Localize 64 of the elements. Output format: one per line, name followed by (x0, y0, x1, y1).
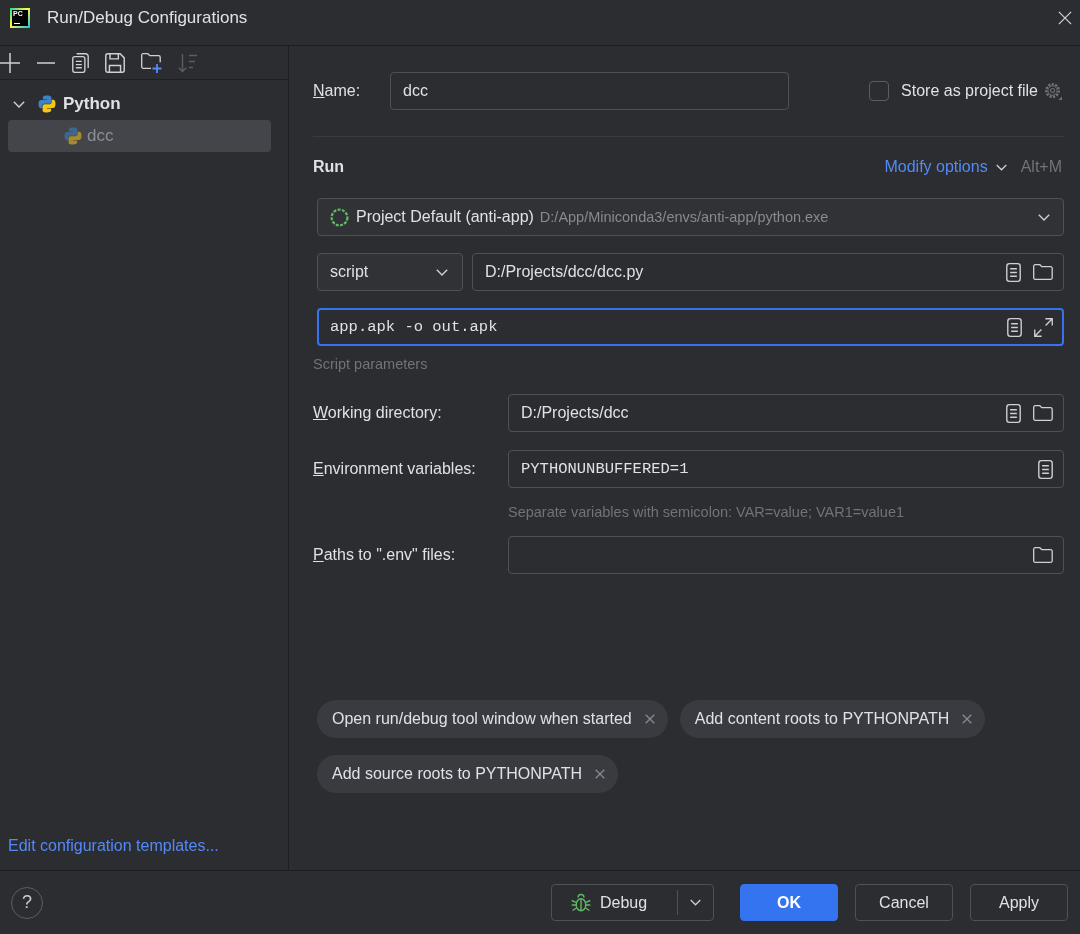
python-icon (38, 95, 56, 113)
tree-item-label: Python (63, 94, 121, 114)
folder-icon[interactable] (1033, 547, 1053, 563)
window-title: Run/Debug Configurations (47, 8, 248, 28)
field-caption: Script parameters (313, 355, 428, 373)
list-icon[interactable] (1006, 262, 1021, 282)
ok-button[interactable]: OK (740, 884, 838, 921)
field-label: Environment variables: (313, 460, 477, 478)
python-icon (64, 127, 82, 145)
environment-variables-field[interactable]: PYTHONUNBUFFERED=1 (508, 450, 1064, 488)
debug-button[interactable]: Debug (551, 884, 714, 921)
field-label: Paths to ".env" files: (313, 546, 457, 564)
add-icon[interactable] (0, 52, 20, 73)
shortcut-hint: Alt+M (1020, 158, 1062, 176)
field-label: Name: (313, 82, 362, 100)
ring-icon (330, 207, 349, 227)
tree-item-label: dcc (87, 126, 114, 146)
option-label: Add source roots to PYTHONPATH (332, 765, 583, 783)
list-icon[interactable] (1007, 317, 1022, 337)
interpreter-name: Project Default (anti-app) (356, 208, 534, 226)
option-label: Add content roots to PYTHONPATH (694, 710, 950, 728)
field-value: D:/Projects/dcc/dcc.py (485, 263, 645, 281)
caret-icon[interactable] (995, 163, 1007, 171)
folder-icon[interactable] (1033, 405, 1053, 421)
interpreter-dropdown[interactable]: Project Default (anti-app) D:/App/Miniconda3/envs/anti-app/python.exe (317, 198, 1064, 236)
env-files-field[interactable] (508, 536, 1064, 574)
modify-options-link[interactable]: Modify options (884, 158, 1007, 176)
gear-icon[interactable] (1044, 82, 1062, 100)
chevron-down-icon[interactable] (436, 268, 448, 276)
list-icon[interactable] (1006, 403, 1021, 423)
remove-icon[interactable] (37, 61, 55, 64)
tree-item[interactable]: Python (8, 88, 271, 120)
chevron-down-icon[interactable] (13, 100, 25, 108)
checkbox[interactable] (869, 81, 890, 101)
name-field[interactable]: dcc (390, 72, 789, 110)
field-value: D:/Projects/dcc (521, 404, 630, 422)
script-parameters-field[interactable]: app.apk -o out.apk (317, 308, 1064, 346)
option-chip[interactable]: Add source roots to PYTHONPATH (317, 755, 619, 793)
script-type-dropdown[interactable]: script (317, 253, 463, 291)
field-value: app.apk -o out.apk (330, 318, 499, 336)
option-chip[interactable]: Open run/debug tool window when started (317, 700, 668, 738)
copy-icon[interactable] (72, 52, 89, 73)
script-path-field[interactable]: D:/Projects/dcc/dcc.py (472, 253, 1064, 291)
dialog-button[interactable]: Cancel (855, 884, 953, 921)
field-hint: Separate variables with semicolon: VAR=value; VAR1=value1 (508, 503, 904, 521)
close-icon[interactable] (1058, 11, 1072, 25)
dialog-button[interactable]: Apply (970, 884, 1068, 921)
folder-icon[interactable] (1033, 264, 1053, 280)
expand-icon[interactable] (1034, 317, 1053, 337)
checkbox-label[interactable]: Store as project file (901, 82, 1038, 100)
new-folder-icon[interactable] (141, 52, 162, 73)
interpreter-path: D:/App/Miniconda3/envs/anti-app/python.exe (539, 209, 829, 225)
caret-icon[interactable] (690, 899, 701, 906)
option-label: Open run/debug tool window when started (332, 710, 632, 728)
templates-link[interactable]: Edit configuration templates... (8, 836, 219, 856)
field-value: PYTHONUNBUFFERED=1 (521, 460, 690, 478)
list-icon[interactable] (1038, 459, 1053, 479)
save-icon[interactable] (105, 52, 125, 73)
working-directory-field[interactable]: D:/Projects/dcc (508, 394, 1064, 432)
option-chip[interactable]: Add content roots to PYTHONPATH (679, 700, 986, 738)
field-label: Working directory: (313, 404, 443, 422)
chevron-down-icon[interactable] (1038, 213, 1050, 221)
bug-icon (571, 892, 591, 913)
section-heading: Run (313, 158, 345, 176)
